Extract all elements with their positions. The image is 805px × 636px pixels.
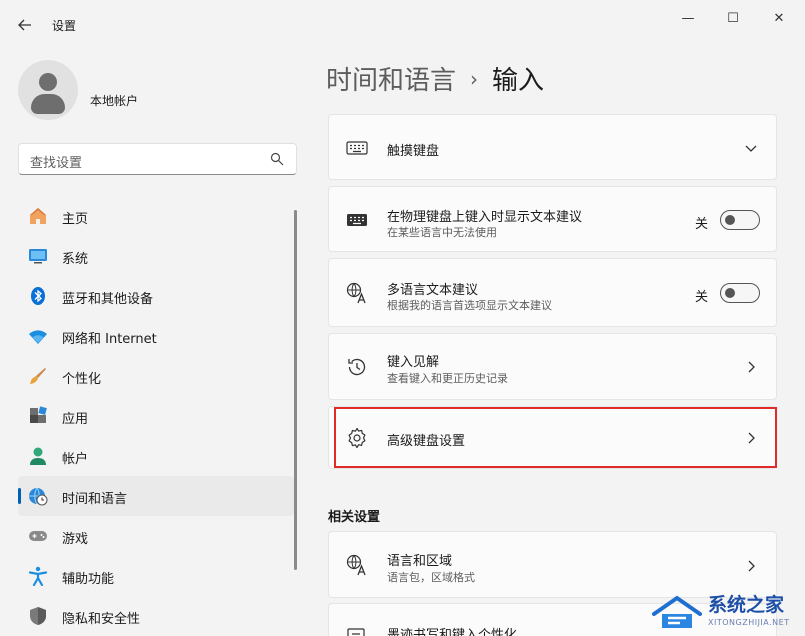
sidebar-item-label: 系统 [62, 252, 89, 267]
text-suggestions-toggle[interactable] [720, 210, 760, 230]
back-button[interactable] [12, 14, 38, 36]
page-title: 输入 [492, 66, 545, 96]
toggle-knob [725, 215, 735, 225]
sidebar-item-label: 主页 [62, 212, 89, 227]
touch-keyboard-title: 触摸键盘 [387, 144, 440, 159]
sidebar-item-label: 隐私和安全性 [62, 612, 141, 627]
chevron-right-icon [748, 361, 755, 373]
sidebar-item-label: 个性化 [62, 372, 102, 387]
toggle-state-label: 关 [694, 290, 708, 305]
accessibility-icon [28, 566, 48, 586]
back-arrow-icon [18, 19, 31, 31]
language-region-subtitle: 语言包，区域格式 [387, 571, 475, 584]
account-name: 本地帐户 [90, 94, 139, 108]
avatar-head [39, 73, 57, 91]
sidebar-item-bluetooth[interactable]: 蓝牙和其他设备 [18, 276, 294, 316]
search-placeholder: 查找设置 [30, 156, 83, 171]
sidebar-item-label: 帐户 [62, 452, 89, 467]
multilingual-card: 多语言文本建议 根据我的语言首选项显示文本建议 关 [328, 258, 777, 327]
typing-insights-card[interactable]: 键入见解 查看键入和更正历史记录 [328, 333, 777, 400]
chevron-down-icon[interactable] [744, 141, 758, 155]
related-settings-heading: 相关设置 [328, 510, 381, 525]
close-button[interactable]: ✕ [759, 8, 799, 30]
sidebar-item-accessibility[interactable]: 辅助功能 [18, 556, 294, 596]
pen-icon [347, 628, 365, 636]
apps-icon [30, 406, 47, 423]
sidebar-scrollbar[interactable] [294, 210, 297, 570]
brush-icon [30, 368, 46, 384]
sidebar-item-label: 蓝牙和其他设备 [62, 292, 154, 307]
maximize-button[interactable]: ☐ [713, 8, 753, 30]
bluetooth-icon [31, 287, 45, 305]
home-icon [30, 208, 46, 224]
pen-typing-title: 墨迹书写和键入个性化 [387, 628, 518, 636]
sidebar-item-label: 辅助功能 [62, 572, 115, 587]
sidebar-nav: 主页 系统 蓝牙和其他设备 网络和 Internet 个性化 应用 帐户 时间和… [18, 196, 294, 636]
sidebar-item-label: 网络和 Internet [62, 332, 157, 347]
text-suggestions-card: 在物理键盘上键入时显示文本建议 在某些语言中无法使用 关 [328, 186, 777, 252]
text-suggestions-title: 在物理键盘上键入时显示文本建议 [387, 210, 583, 225]
language-region-title: 语言和区域 [387, 554, 453, 569]
watermark-text: 系统之家 [708, 594, 785, 616]
sidebar-item-home[interactable]: 主页 [18, 196, 294, 236]
sidebar-item-personalization[interactable]: 个性化 [18, 356, 294, 396]
shield-icon [30, 607, 46, 625]
watermark-subtext: XITONGZHIJIA.NET [708, 618, 790, 627]
search-input[interactable]: 查找设置 [18, 143, 297, 175]
monitor-icon [29, 249, 47, 264]
sidebar-item-privacy[interactable]: 隐私和安全性 [18, 596, 294, 636]
typing-insights-subtitle: 查看键入和更正历史记录 [387, 372, 508, 385]
language-icon [346, 282, 366, 304]
sidebar-item-network[interactable]: 网络和 Internet [18, 316, 294, 356]
toggle-knob [725, 288, 735, 298]
highlight-annotation-box [334, 407, 777, 468]
breadcrumb-separator: › [470, 67, 479, 91]
avatar-body [31, 94, 65, 114]
sidebar-item-label: 时间和语言 [62, 492, 128, 507]
person-icon [30, 447, 46, 465]
wifi-icon [29, 330, 47, 344]
sidebar-item-label: 应用 [62, 412, 89, 427]
multilingual-subtitle: 根据我的语言首选项显示文本建议 [387, 299, 552, 312]
typing-insights-title: 键入见解 [387, 355, 440, 370]
chevron-right-icon [748, 560, 755, 572]
sidebar-item-system[interactable]: 系统 [18, 236, 294, 276]
breadcrumb: 时间和语言 › 输入 [326, 60, 544, 97]
gamepad-icon [29, 531, 47, 541]
app-title: 设置 [52, 19, 77, 33]
house-logo-icon [652, 595, 702, 628]
minimize-button[interactable]: — [668, 8, 708, 30]
sidebar-item-accounts[interactable]: 帐户 [18, 436, 294, 476]
multilingual-title: 多语言文本建议 [387, 283, 479, 298]
sidebar-item-gaming[interactable]: 游戏 [18, 516, 294, 556]
sidebar-item-apps[interactable]: 应用 [18, 396, 294, 436]
breadcrumb-parent[interactable]: 时间和语言 [326, 66, 456, 96]
keyboard-filled-icon [347, 214, 367, 226]
search-icon [270, 152, 284, 166]
title-bar: 设置 — ☐ ✕ [0, 0, 805, 48]
language-icon [346, 554, 366, 576]
keyboard-icon [346, 141, 368, 155]
sidebar-item-time-language[interactable]: 时间和语言 [18, 476, 294, 516]
multilingual-toggle[interactable] [720, 283, 760, 303]
touch-keyboard-card[interactable]: 触摸键盘 [328, 114, 777, 180]
globe-clock-icon [29, 487, 48, 506]
toggle-state-label: 关 [694, 217, 708, 232]
sidebar-item-label: 游戏 [62, 532, 89, 547]
history-icon [348, 358, 366, 376]
site-watermark: 系统之家 XITONGZHIJIA.NET [648, 588, 805, 636]
text-suggestions-subtitle: 在某些语言中无法使用 [387, 226, 497, 239]
avatar [18, 60, 78, 120]
